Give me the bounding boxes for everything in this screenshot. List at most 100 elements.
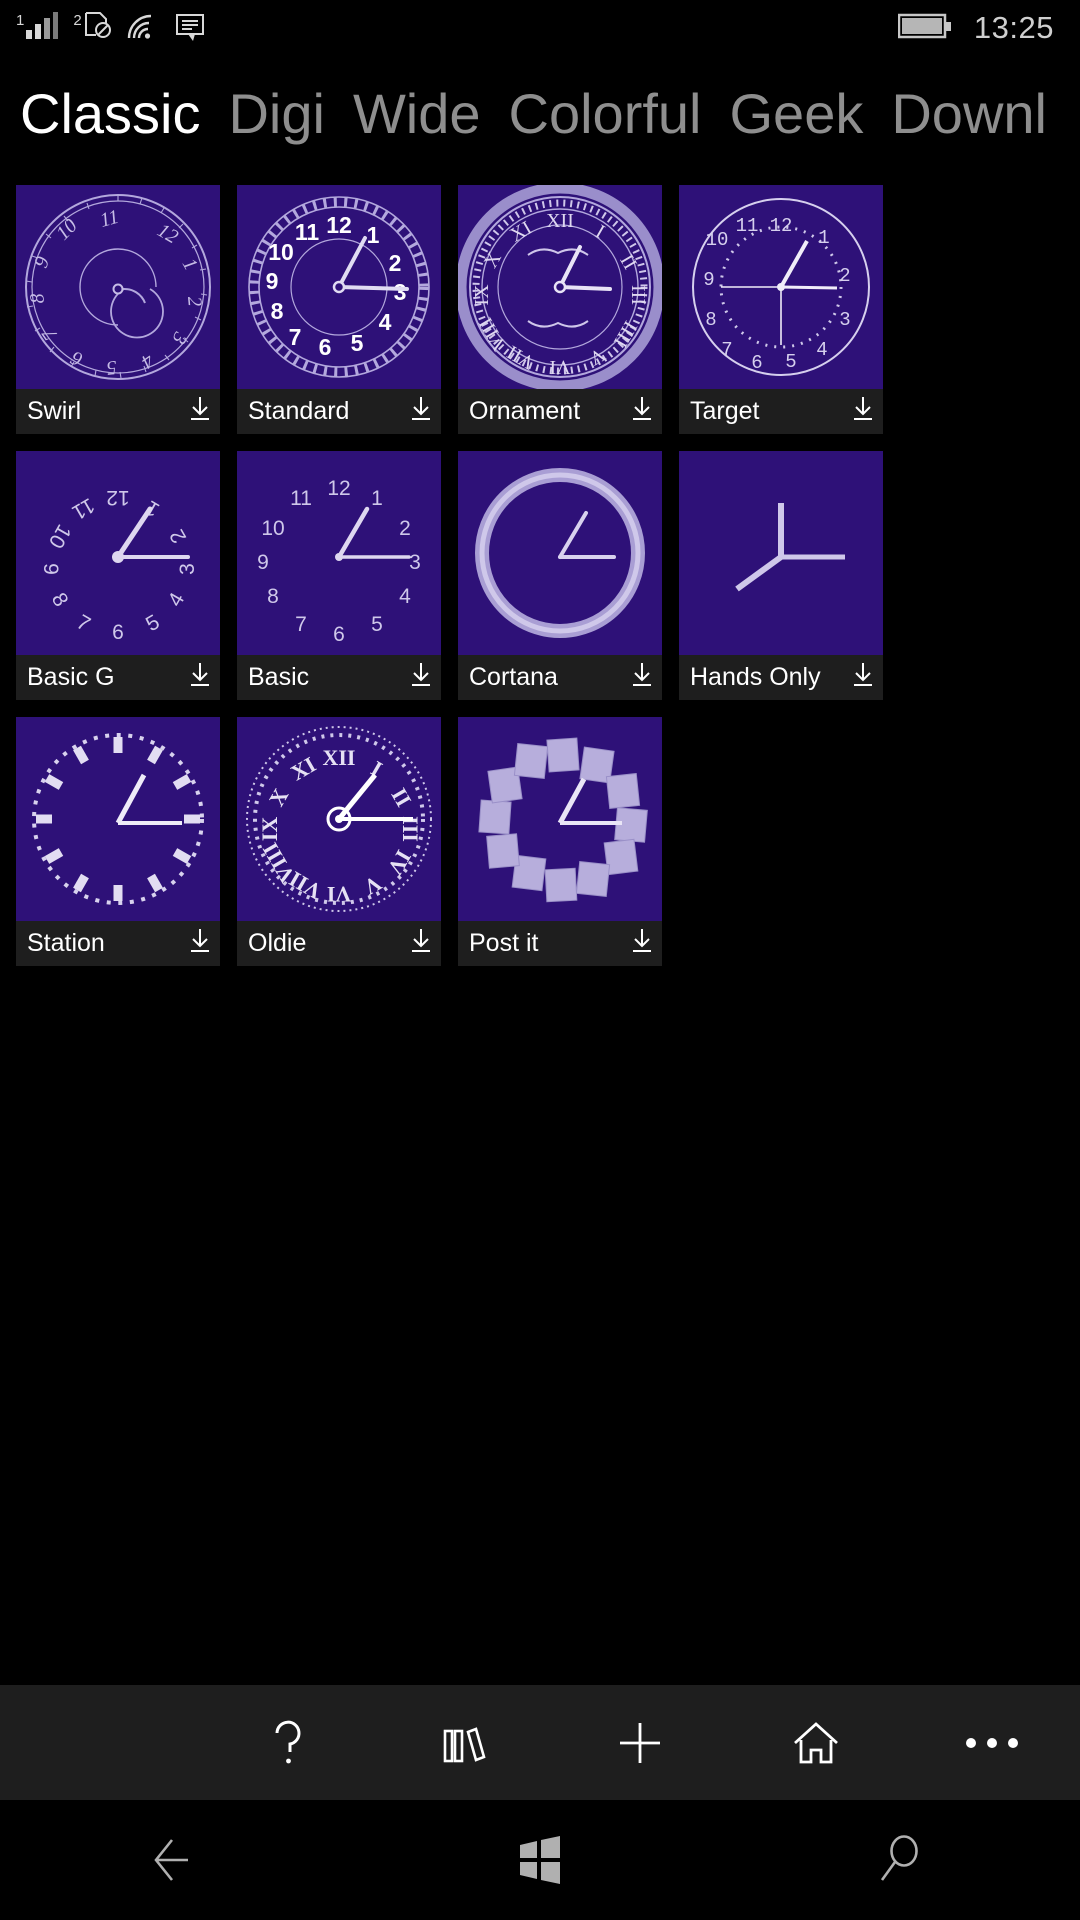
clock-preview-basic[interactable]: 12 1 2 3 45 6 78 9 10 11	[237, 451, 441, 655]
svg-text:8: 8	[271, 298, 284, 324]
start-button[interactable]	[360, 1800, 720, 1920]
tile-label: Ornament	[469, 397, 581, 425]
svg-text:2: 2	[839, 265, 850, 287]
pivot-item-colorful[interactable]: Colorful	[481, 86, 702, 142]
svg-text:11: 11	[295, 219, 320, 245]
clock-preview-basic-g[interactable]: 12 1 2 3 4 5 6 7 8 9 10 11	[16, 451, 220, 655]
clock-preview-swirl[interactable]: 12 1 2 3 4 5 6 7 8 9 10 11	[16, 185, 220, 389]
app-root: 1 2 13:25 Classic Digi Wide Colorful Gee…	[0, 0, 1080, 1920]
clock-preview-standard[interactable]: 12 1 2 345 678 9 10 11	[237, 185, 441, 389]
pivot-item-digi[interactable]: Digi	[200, 86, 324, 142]
tile-hands-only[interactable]: Hands Only	[679, 451, 883, 700]
more-button[interactable]	[904, 1685, 1080, 1800]
clock-preview-ornament[interactable]: XII I II III IIII V VI VII VIII IX X XI	[458, 185, 662, 389]
tile-label: Target	[690, 397, 760, 425]
pivot-item-download[interactable]: Downl	[863, 86, 1047, 142]
home-icon	[794, 1721, 838, 1763]
tile-bar-standard: Standard	[237, 389, 441, 434]
download-icon[interactable]	[631, 928, 653, 959]
tile-target[interactable]: 12 1 2 345 678 9 10 11 Target	[679, 185, 883, 434]
svg-text:XII: XII	[546, 210, 574, 232]
tile-bar-post-it: Post it	[458, 921, 662, 966]
svg-text:IX: IX	[471, 284, 493, 306]
svg-text:9: 9	[703, 269, 714, 291]
library-button[interactable]	[376, 1685, 552, 1800]
pivot-header[interactable]: Classic Digi Wide Colorful Geek Downl	[0, 72, 1080, 156]
tile-label: Oldie	[248, 929, 307, 957]
svg-text:4: 4	[137, 349, 158, 373]
cortana-clock-face	[458, 451, 662, 655]
svg-text:2: 2	[399, 517, 411, 540]
svg-text:11: 11	[68, 493, 98, 524]
download-icon[interactable]	[410, 396, 432, 427]
svg-text:XII: XII	[322, 745, 355, 770]
svg-text:VI: VI	[549, 356, 570, 378]
download-icon[interactable]	[189, 396, 211, 427]
search-button[interactable]	[720, 1800, 1080, 1920]
status-bar: 1 2 13:25	[0, 0, 1080, 56]
tile-oldie[interactable]: XII I II III IV V VI VII VIII IX X XI Ol…	[237, 717, 441, 966]
tile-swirl[interactable]: 12 1 2 3 4 5 6 7 8 9 10 11 Swirl	[16, 185, 220, 434]
svg-text:5: 5	[371, 613, 383, 636]
svg-text:6: 6	[751, 352, 762, 374]
clock-preview-oldie[interactable]: XII I II III IV V VI VII VIII IX X XI	[237, 717, 441, 921]
download-icon[interactable]	[631, 662, 653, 693]
tile-cortana[interactable]: Cortana	[458, 451, 662, 700]
question-mark-icon	[275, 1720, 301, 1763]
download-icon[interactable]	[189, 928, 211, 959]
svg-text:5: 5	[785, 351, 796, 373]
app-bar	[0, 1685, 1080, 1800]
svg-text:1: 1	[818, 227, 829, 249]
tile-ornament[interactable]: XII I II III IIII V VI VII VIII IX X XI	[458, 185, 662, 434]
download-icon[interactable]	[410, 928, 432, 959]
tile-bar-swirl: Swirl	[16, 389, 220, 434]
clock-preview-target[interactable]: 12 1 2 345 678 9 10 11	[679, 185, 883, 389]
help-button[interactable]	[200, 1685, 376, 1800]
clock-preview-cortana[interactable]	[458, 451, 662, 655]
tile-basic[interactable]: 12 1 2 3 45 6 78 9 10 11 Basic	[237, 451, 441, 700]
tile-post-it[interactable]: Post it	[458, 717, 662, 966]
svg-text:7: 7	[295, 613, 307, 636]
sim2-label: 2	[73, 11, 82, 29]
download-icon[interactable]	[189, 662, 211, 693]
tile-basic-g[interactable]: 12 1 2 3 4 5 6 7 8 9 10 11 Basic G	[16, 451, 220, 700]
tile-bar-target: Target	[679, 389, 883, 434]
pivot-item-wide[interactable]: Wide	[325, 86, 481, 142]
svg-text:9: 9	[257, 551, 269, 574]
basic-clock-face: 12 1 2 3 45 6 78 9 10 11	[237, 451, 441, 655]
clock-preview-post-it[interactable]	[458, 717, 662, 921]
tile-station[interactable]: Station	[16, 717, 220, 966]
clock-preview-station[interactable]	[16, 717, 220, 921]
tile-bar-cortana: Cortana	[458, 655, 662, 700]
svg-text:5: 5	[106, 356, 118, 379]
clock-face-grid: 12 1 2 3 4 5 6 7 8 9 10 11 Swirl 12 1 2 …	[16, 185, 1064, 966]
tile-bar-station: Station	[16, 921, 220, 966]
message-icon	[175, 13, 207, 48]
svg-text:7: 7	[721, 339, 732, 361]
download-icon[interactable]	[852, 662, 874, 693]
download-icon[interactable]	[410, 662, 432, 693]
download-icon[interactable]	[852, 396, 874, 427]
svg-text:4: 4	[399, 585, 411, 608]
home-button[interactable]	[728, 1685, 904, 1800]
books-icon	[443, 1726, 486, 1762]
tile-bar-ornament: Ornament	[458, 389, 662, 434]
add-button[interactable]	[552, 1685, 728, 1800]
clock-preview-hands-only[interactable]	[679, 451, 883, 655]
sim-blocked-icon	[83, 9, 113, 44]
pivot-item-classic[interactable]: Classic	[0, 86, 200, 142]
svg-text:1: 1	[371, 487, 383, 510]
tile-label: Hands Only	[690, 663, 821, 691]
tile-standard[interactable]: 12 1 2 345 678 9 10 11 Standard	[237, 185, 441, 434]
target-clock-face: 12 1 2 345 678 9 10 11	[679, 185, 883, 389]
download-icon[interactable]	[631, 396, 653, 427]
svg-text:9: 9	[266, 268, 279, 294]
svg-text:XI: XI	[286, 752, 320, 786]
svg-text:12: 12	[770, 215, 793, 237]
svg-text:IX: IX	[257, 817, 282, 842]
standard-clock-face: 12 1 2 345 678 9 10 11	[237, 185, 441, 389]
pivot-item-geek[interactable]: Geek	[702, 86, 864, 142]
tile-bar-oldie: Oldie	[237, 921, 441, 966]
back-button[interactable]	[0, 1800, 360, 1920]
svg-text:3: 3	[839, 309, 850, 331]
